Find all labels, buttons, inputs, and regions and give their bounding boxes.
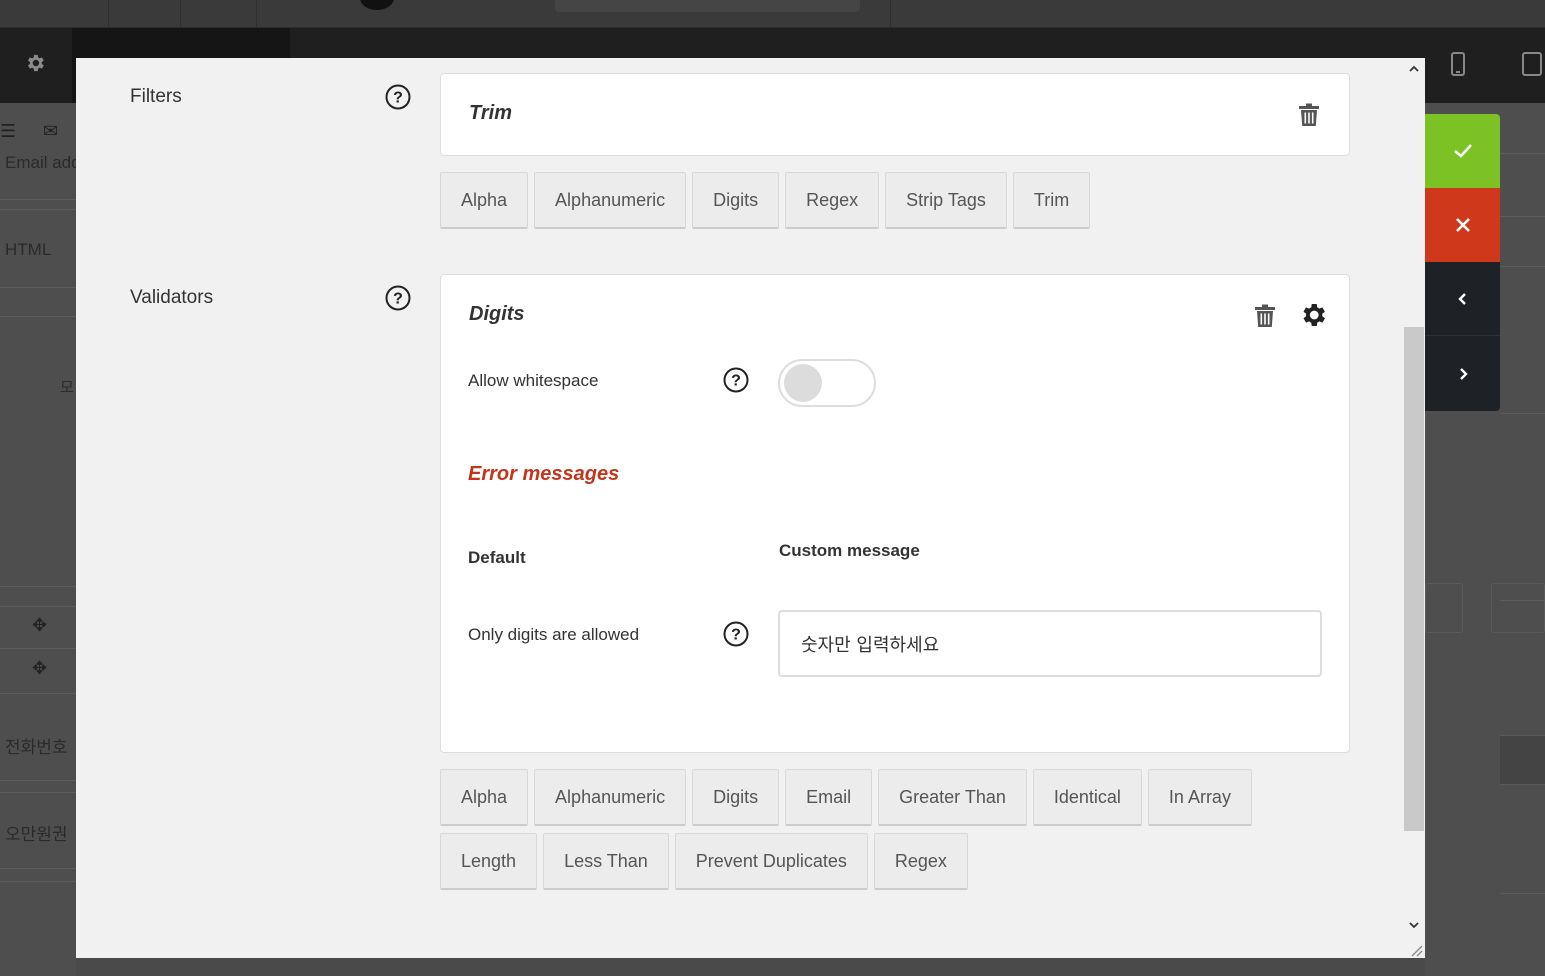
toggle-knob xyxy=(784,364,822,402)
scroll-down-icon[interactable] xyxy=(1407,918,1421,932)
background-text: 모 xyxy=(60,379,74,396)
divider xyxy=(256,0,257,28)
default-column-header: Default xyxy=(468,548,526,567)
divider xyxy=(1500,600,1545,601)
validator-option-digits[interactable]: Digits xyxy=(692,769,780,826)
allow-whitespace-label: Allow whitespace xyxy=(468,371,599,390)
validator-options: Alpha Alphanumeric Digits Email Greater … xyxy=(440,769,1340,890)
divider xyxy=(0,648,76,649)
filter-option-strip-tags[interactable]: Strip Tags xyxy=(885,172,1007,229)
divider xyxy=(0,209,76,210)
side-action-bar xyxy=(1425,114,1500,411)
divider xyxy=(0,693,76,694)
divider xyxy=(108,0,109,28)
background-left-panel: ☰ ✉ Email add HTML 모 ✥ ✥ 전화번호 오만원권 xyxy=(0,103,81,976)
background-text: Email add xyxy=(5,153,81,172)
chevron-right-icon xyxy=(1459,367,1468,380)
background-box xyxy=(1491,583,1545,633)
cancel-button[interactable] xyxy=(1425,188,1500,262)
background-box xyxy=(1425,583,1463,633)
divider xyxy=(0,199,76,200)
divider xyxy=(180,0,181,28)
divider xyxy=(1500,153,1545,154)
filter-options: Alpha Alphanumeric Digits Regex Strip Ta… xyxy=(440,172,1091,229)
divider xyxy=(0,586,76,587)
move-icon: ✥ xyxy=(32,615,48,635)
custom-message-input[interactable] xyxy=(778,610,1322,677)
validator-option-regex[interactable]: Regex xyxy=(873,833,968,890)
field-settings-modal: Filters ? Trim Alpha Alphanumeric Digits… xyxy=(76,58,1425,958)
validator-card-title: Digits xyxy=(469,303,525,325)
svg-text:?: ? xyxy=(731,373,741,390)
scroll-up-icon[interactable] xyxy=(1407,62,1421,76)
check-icon xyxy=(1453,144,1472,158)
validator-option-alphanumeric[interactable]: Alphanumeric xyxy=(534,769,687,826)
background-search-bar xyxy=(555,0,860,12)
default-message-text: Only digits are allowed xyxy=(468,625,640,644)
divider xyxy=(0,606,76,607)
validators-label: Validators xyxy=(130,287,214,308)
scrollbar-thumb[interactable] xyxy=(1404,327,1424,831)
next-button[interactable] xyxy=(1425,336,1500,411)
gear-icon[interactable] xyxy=(1298,300,1328,330)
mobile-device-icon xyxy=(1450,52,1468,76)
help-icon[interactable]: ? xyxy=(385,285,411,311)
chevron-left-icon xyxy=(1457,292,1466,305)
tablet-device-icon xyxy=(1522,52,1542,76)
divider xyxy=(0,792,76,793)
error-messages-title: Error messages xyxy=(468,463,620,485)
validator-option-in-array[interactable]: In Array xyxy=(1147,769,1252,826)
background-avatar xyxy=(360,0,394,10)
move-icon: ✥ xyxy=(32,658,48,678)
filter-option-digits[interactable]: Digits xyxy=(692,172,780,229)
validator-card-digits: Digits Allow whitespace ? Error messages… xyxy=(440,274,1350,753)
svg-text:?: ? xyxy=(393,291,403,308)
resize-grip-icon[interactable] xyxy=(1404,938,1424,958)
background-top-bar xyxy=(0,0,1545,28)
background-band xyxy=(1500,735,1545,785)
filter-card-title: Trim xyxy=(469,102,512,124)
close-icon xyxy=(1455,218,1470,232)
divider xyxy=(0,780,76,781)
svg-text:?: ? xyxy=(393,90,403,107)
validator-option-email[interactable]: Email xyxy=(785,769,873,826)
filter-option-alphanumeric[interactable]: Alphanumeric xyxy=(534,172,687,229)
filter-card-trim: Trim xyxy=(440,73,1350,156)
background-text: 전화번호 xyxy=(5,738,68,757)
divider xyxy=(890,0,891,28)
envelope-icon: ✉ xyxy=(43,121,59,141)
help-icon[interactable]: ? xyxy=(723,367,749,393)
validator-option-alpha[interactable]: Alpha xyxy=(440,769,529,826)
divider xyxy=(1500,413,1545,414)
divider xyxy=(0,287,76,288)
filter-option-alpha[interactable]: Alpha xyxy=(440,172,529,229)
filters-label: Filters xyxy=(130,86,182,107)
allow-whitespace-toggle[interactable] xyxy=(778,359,876,407)
help-icon[interactable]: ? xyxy=(385,84,411,110)
divider xyxy=(1500,266,1545,267)
divider xyxy=(0,881,76,882)
divider xyxy=(1500,893,1545,894)
background-text: 오만원권 xyxy=(5,825,68,844)
filter-option-regex[interactable]: Regex xyxy=(785,172,880,229)
background-text: HTML xyxy=(5,240,52,259)
validator-option-less-than[interactable]: Less Than xyxy=(543,833,669,890)
divider xyxy=(0,316,76,317)
divider xyxy=(0,868,76,869)
validator-option-greater-than[interactable]: Greater Than xyxy=(878,769,1027,826)
background-gear-icon xyxy=(24,52,46,74)
validator-option-length[interactable]: Length xyxy=(440,833,538,890)
filter-option-trim[interactable]: Trim xyxy=(1012,172,1091,229)
validator-option-identical[interactable]: Identical xyxy=(1032,769,1142,826)
trash-icon[interactable] xyxy=(1298,103,1320,127)
custom-message-column-header: Custom message xyxy=(779,541,920,560)
confirm-button[interactable] xyxy=(1425,114,1500,188)
align-icon: ☰ xyxy=(0,121,17,141)
divider xyxy=(1500,216,1545,217)
previous-button[interactable] xyxy=(1425,262,1500,336)
help-icon[interactable]: ? xyxy=(723,621,749,647)
svg-text:?: ? xyxy=(731,627,741,644)
trash-icon[interactable] xyxy=(1254,304,1276,328)
validator-option-prevent-duplicates[interactable]: Prevent Duplicates xyxy=(674,833,868,890)
